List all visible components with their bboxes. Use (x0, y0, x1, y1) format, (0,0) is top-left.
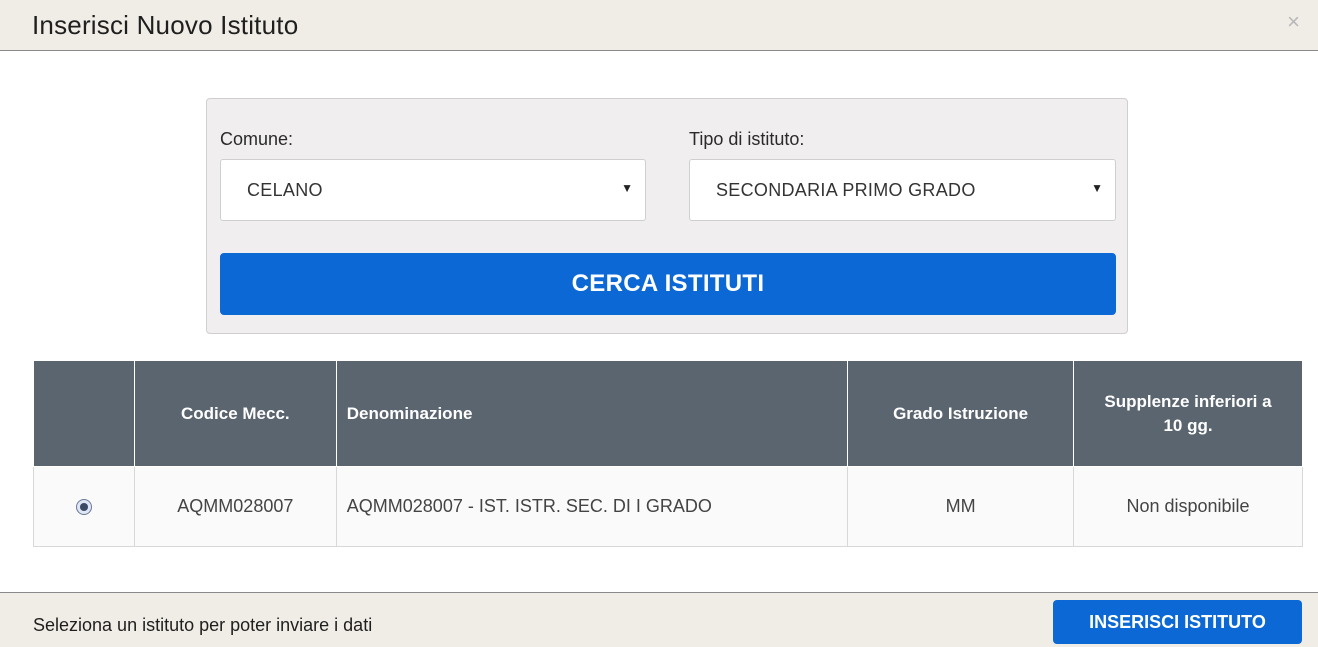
row-supplenze: Non disponibile (1073, 466, 1303, 547)
tipo-istituto-label: Tipo di istituto: (689, 129, 805, 149)
tipo-istituto-select-value: SECONDARIA PRIMO GRADO (716, 180, 976, 200)
header-select (33, 360, 135, 467)
inserisci-istituto-button[interactable]: INSERISCI ISTITUTO (1053, 600, 1302, 644)
modal-title: Inserisci Nuovo Istituto (32, 10, 299, 40)
header-grado: Grado Istruzione (847, 360, 1074, 467)
modal-footer: Seleziona un istituto per poter inviare … (0, 592, 1318, 647)
chevron-down-icon: ▼ (621, 181, 633, 195)
modal-header: Inserisci Nuovo Istituto × (0, 0, 1318, 51)
chevron-down-icon: ▼ (1091, 181, 1103, 195)
table-header-row: Codice Mecc. Denominazione Grado Istruzi… (33, 360, 1303, 467)
row-select-cell (33, 466, 135, 547)
results-table: Codice Mecc. Denominazione Grado Istruzi… (33, 360, 1303, 547)
cerca-istituti-button[interactable]: CERCA ISTITUTI (220, 253, 1116, 315)
header-codice: Codice Mecc. (133, 360, 337, 467)
close-icon[interactable]: × (1287, 10, 1300, 34)
table-row[interactable]: AQMM028007 AQMM028007 - IST. ISTR. SEC. … (33, 466, 1303, 547)
footer-message: Seleziona un istituto per poter inviare … (33, 615, 373, 635)
radio-selected-icon[interactable] (75, 499, 92, 516)
header-supplenze: Supplenze inferiori a 10 gg. (1073, 360, 1303, 467)
header-supplenze-label: Supplenze inferiori a 10 gg. (1104, 391, 1272, 435)
row-grado: MM (847, 466, 1074, 547)
search-panel: Comune: CELANO ▼ Tipo di istituto: SECON… (206, 98, 1128, 334)
tipo-istituto-select[interactable]: SECONDARIA PRIMO GRADO ▼ (689, 159, 1116, 221)
row-codice: AQMM028007 (133, 466, 337, 547)
comune-select-value: CELANO (247, 180, 323, 200)
comune-select[interactable]: CELANO ▼ (220, 159, 646, 221)
comune-label: Comune: (220, 129, 294, 149)
row-denominazione: AQMM028007 - IST. ISTR. SEC. DI I GRADO (335, 466, 849, 547)
header-denominazione: Denominazione (335, 360, 849, 467)
